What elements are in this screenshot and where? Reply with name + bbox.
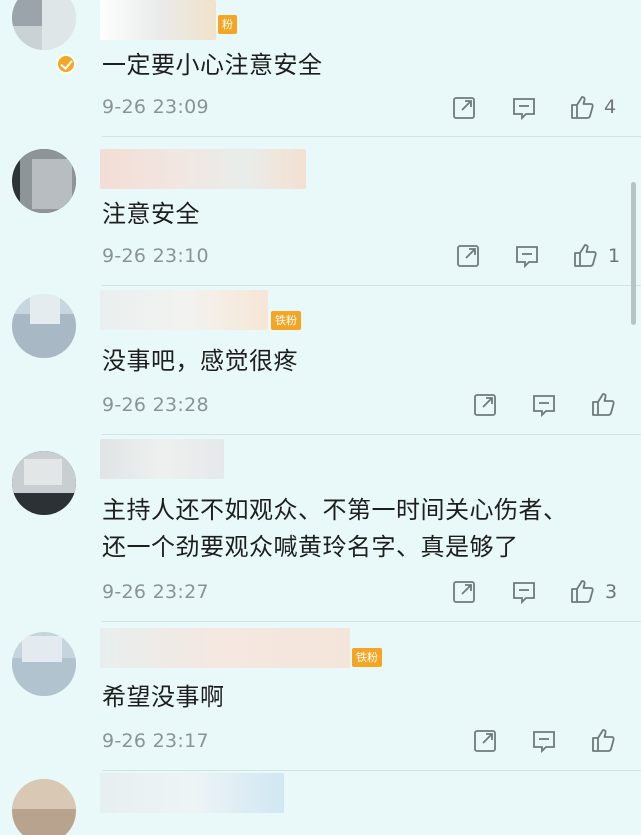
comment-4: 主持人还不如观众、不第一时间关心伤者、 还一个劲要观众喊黄玲名字、真是够了 9-…	[0, 435, 641, 619]
share-icon[interactable]	[455, 243, 481, 269]
avatar[interactable]	[12, 632, 76, 696]
avatar[interactable]	[12, 294, 76, 358]
share-icon[interactable]	[472, 392, 498, 418]
username[interactable]	[100, 773, 284, 813]
comment-icon[interactable]	[514, 243, 540, 269]
scrollbar[interactable]	[631, 182, 636, 325]
avatar[interactable]	[12, 0, 76, 50]
share-icon[interactable]	[451, 579, 477, 605]
like-count: 3	[605, 581, 618, 603]
like-count: 4	[604, 96, 617, 118]
like-count: 1	[608, 245, 621, 267]
username[interactable]	[100, 628, 350, 668]
timestamp: 9-26 23:09	[102, 96, 209, 118]
username[interactable]	[100, 0, 216, 40]
share-icon[interactable]	[472, 728, 498, 754]
timestamp: 9-26 23:27	[102, 581, 209, 603]
comment-1: 粉 一定要小心注意安全 9-26 23:09 4	[0, 0, 641, 128]
thumbs-up-icon[interactable]	[590, 391, 616, 417]
comment-6	[0, 771, 641, 835]
thumbs-up-icon[interactable]	[572, 242, 598, 268]
timestamp: 9-26 23:17	[102, 730, 209, 752]
comment-text: 一定要小心注意安全	[102, 51, 323, 79]
timestamp: 9-26 23:10	[102, 245, 209, 267]
fan-badge: 粉	[218, 15, 237, 34]
fan-badge: 铁粉	[352, 648, 382, 667]
comment-5: 铁粉 希望没事啊 9-26 23:17	[0, 622, 641, 768]
comment-icon[interactable]	[531, 728, 557, 754]
verified-badge-icon	[56, 54, 76, 74]
thumbs-up-icon[interactable]	[590, 727, 616, 753]
comment-2: 注意安全 9-26 23:10 1	[0, 137, 641, 283]
comment-text-line-2: 还一个劲要观众喊黄玲名字、真是够了	[102, 533, 519, 561]
timestamp: 9-26 23:28	[102, 394, 209, 416]
avatar[interactable]	[12, 149, 76, 213]
fan-badge: 铁粉	[271, 311, 301, 330]
avatar[interactable]	[12, 451, 76, 515]
username[interactable]	[100, 439, 224, 479]
comment-icon[interactable]	[511, 95, 537, 121]
comment-icon[interactable]	[531, 392, 557, 418]
comment-3: 铁粉 没事吧，感觉很疼 9-26 23:28	[0, 286, 641, 432]
share-icon[interactable]	[451, 95, 477, 121]
avatar[interactable]	[12, 779, 76, 835]
username[interactable]	[100, 149, 306, 189]
comment-icon[interactable]	[511, 579, 537, 605]
comment-text: 希望没事啊	[102, 683, 225, 711]
comment-text: 注意安全	[102, 200, 200, 228]
comment-text: 没事吧，感觉很疼	[102, 347, 298, 375]
thumbs-up-icon[interactable]	[569, 578, 595, 604]
comment-text-line-1: 主持人还不如观众、不第一时间关心伤者、	[102, 496, 568, 524]
username[interactable]	[100, 290, 268, 330]
thumbs-up-icon[interactable]	[569, 94, 595, 120]
